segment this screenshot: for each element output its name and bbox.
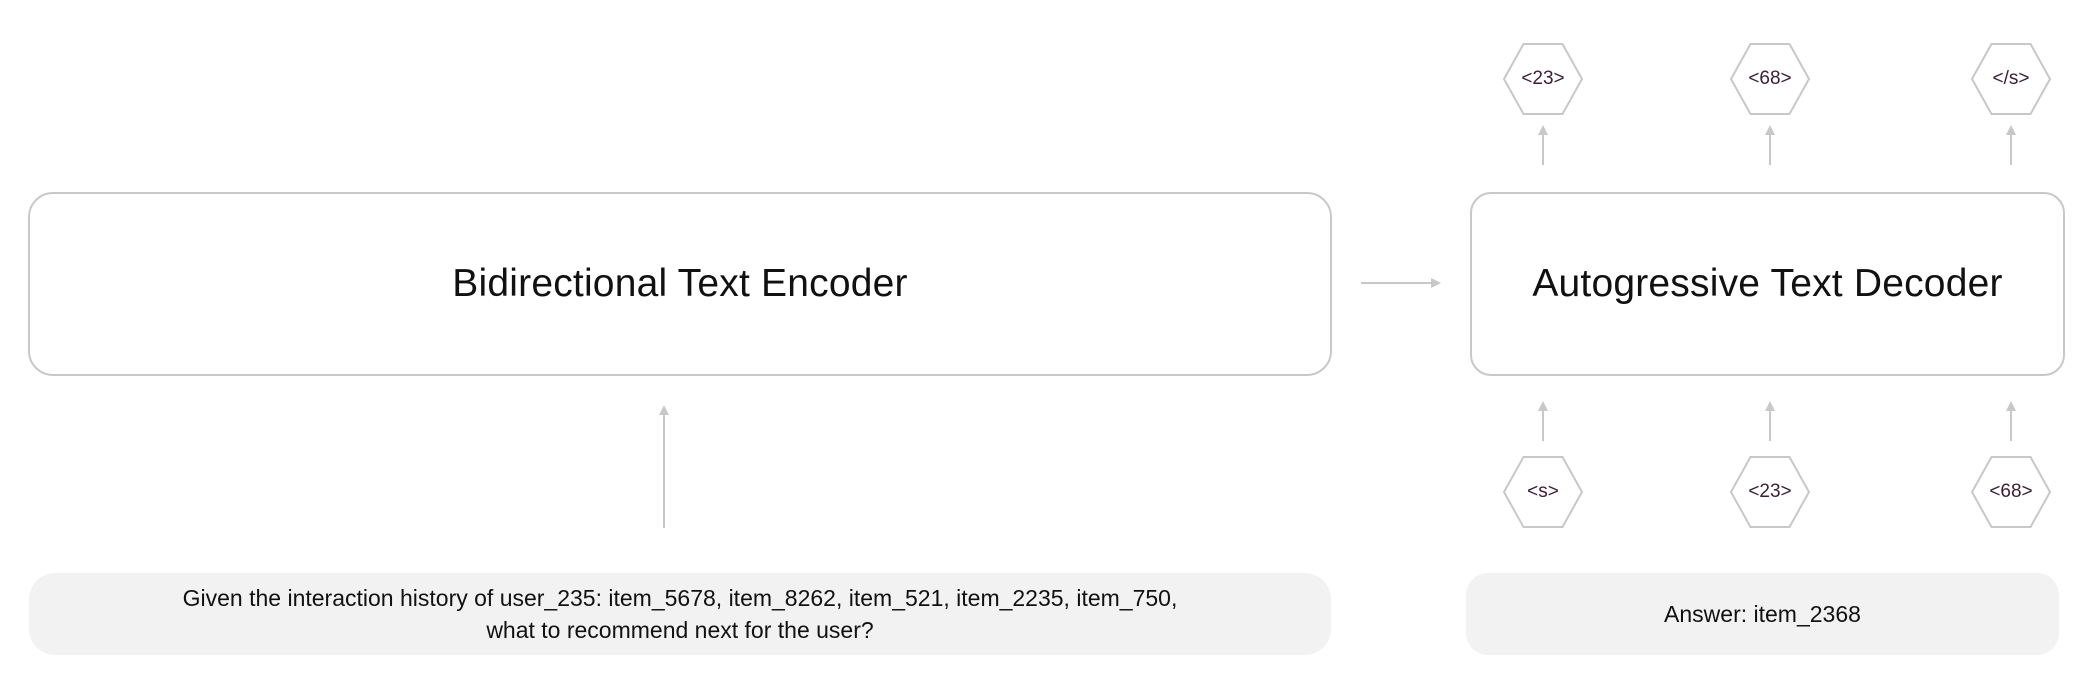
output-token-label: </s>: [1992, 68, 2030, 89]
input-token-label: <68>: [1989, 481, 2033, 502]
decoder-title: Autogressive Text Decoder: [1532, 262, 2003, 305]
input-token-label: <s>: [1527, 481, 1559, 502]
output-token-label: <68>: [1748, 68, 1792, 89]
answer-text: Answer: item_2368: [1664, 601, 1861, 627]
output-token-label: <23>: [1521, 68, 1565, 89]
encoder-input-line-2: what to recommend next for the user?: [486, 617, 874, 643]
encoder-input-line-1: Given the interaction history of user_23…: [182, 585, 1178, 611]
encoder-title: Bidirectional Text Encoder: [452, 262, 908, 305]
encoder-input-text: Given the interaction history of user_23…: [29, 573, 1331, 655]
input-token-label: <23>: [1748, 481, 1792, 502]
